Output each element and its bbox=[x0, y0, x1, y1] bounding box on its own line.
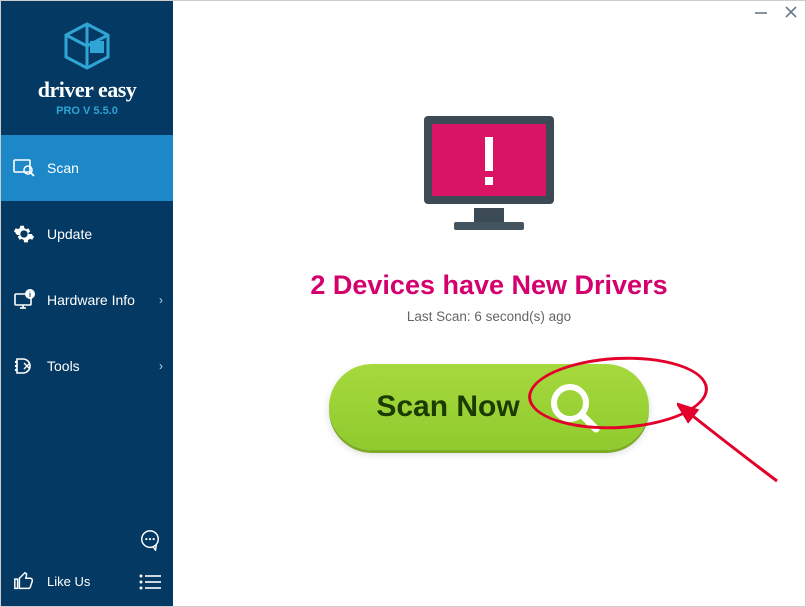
feedback-button[interactable] bbox=[139, 529, 161, 556]
sidebar-item-tools[interactable]: Tools › bbox=[1, 333, 173, 399]
monitor-alert-illustration bbox=[414, 111, 564, 246]
like-us-link[interactable]: Like Us bbox=[47, 574, 90, 589]
brand-block: driver easy PRO V 5.5.0 bbox=[1, 1, 173, 127]
main-panel: 2 Devices have New Drivers Last Scan: 6 … bbox=[173, 1, 805, 606]
sidebar-item-label: Hardware Info bbox=[47, 292, 135, 308]
logo-icon bbox=[62, 21, 112, 71]
magnifier-icon bbox=[546, 379, 602, 435]
svg-text:i: i bbox=[29, 292, 31, 299]
window-controls bbox=[753, 5, 799, 23]
sidebar-item-label: Tools bbox=[47, 358, 80, 374]
last-scan-text: Last Scan: 6 second(s) ago bbox=[407, 309, 571, 324]
minimize-icon bbox=[754, 5, 768, 19]
close-icon bbox=[784, 5, 798, 19]
gear-icon bbox=[11, 223, 37, 245]
chevron-right-icon: › bbox=[159, 293, 163, 307]
speech-bubble-icon bbox=[139, 529, 161, 551]
menu-lines-icon bbox=[139, 573, 161, 591]
chevron-right-icon: › bbox=[159, 359, 163, 373]
scan-now-button[interactable]: Scan Now bbox=[329, 364, 649, 450]
scan-icon bbox=[11, 157, 37, 179]
tools-icon bbox=[11, 355, 37, 377]
sidebar-bottom: Like Us bbox=[1, 556, 173, 606]
sidebar-item-update[interactable]: Update bbox=[1, 201, 173, 267]
scan-now-label: Scan Now bbox=[376, 390, 519, 424]
menu-button[interactable] bbox=[139, 573, 161, 596]
thumbs-up-icon bbox=[11, 570, 37, 592]
sidebar-item-scan[interactable]: Scan bbox=[1, 135, 173, 201]
minimize-button[interactable] bbox=[753, 5, 769, 23]
sidebar: driver easy PRO V 5.5.0 Scan bbox=[1, 1, 173, 606]
sidebar-item-label: Scan bbox=[47, 160, 79, 176]
brand-version: PRO V 5.5.0 bbox=[1, 105, 173, 117]
hardware-info-icon: i bbox=[11, 289, 37, 311]
sidebar-item-hardware[interactable]: i Hardware Info › bbox=[1, 267, 173, 333]
nav: Scan Update bbox=[1, 135, 173, 399]
app-window: driver easy PRO V 5.5.0 Scan bbox=[1, 1, 805, 606]
scan-result-headline: 2 Devices have New Drivers bbox=[310, 270, 667, 301]
annotation-arrow bbox=[677, 401, 787, 491]
sidebar-item-label: Update bbox=[47, 226, 92, 242]
close-button[interactable] bbox=[783, 5, 799, 23]
brand-name: driver easy bbox=[1, 77, 173, 103]
